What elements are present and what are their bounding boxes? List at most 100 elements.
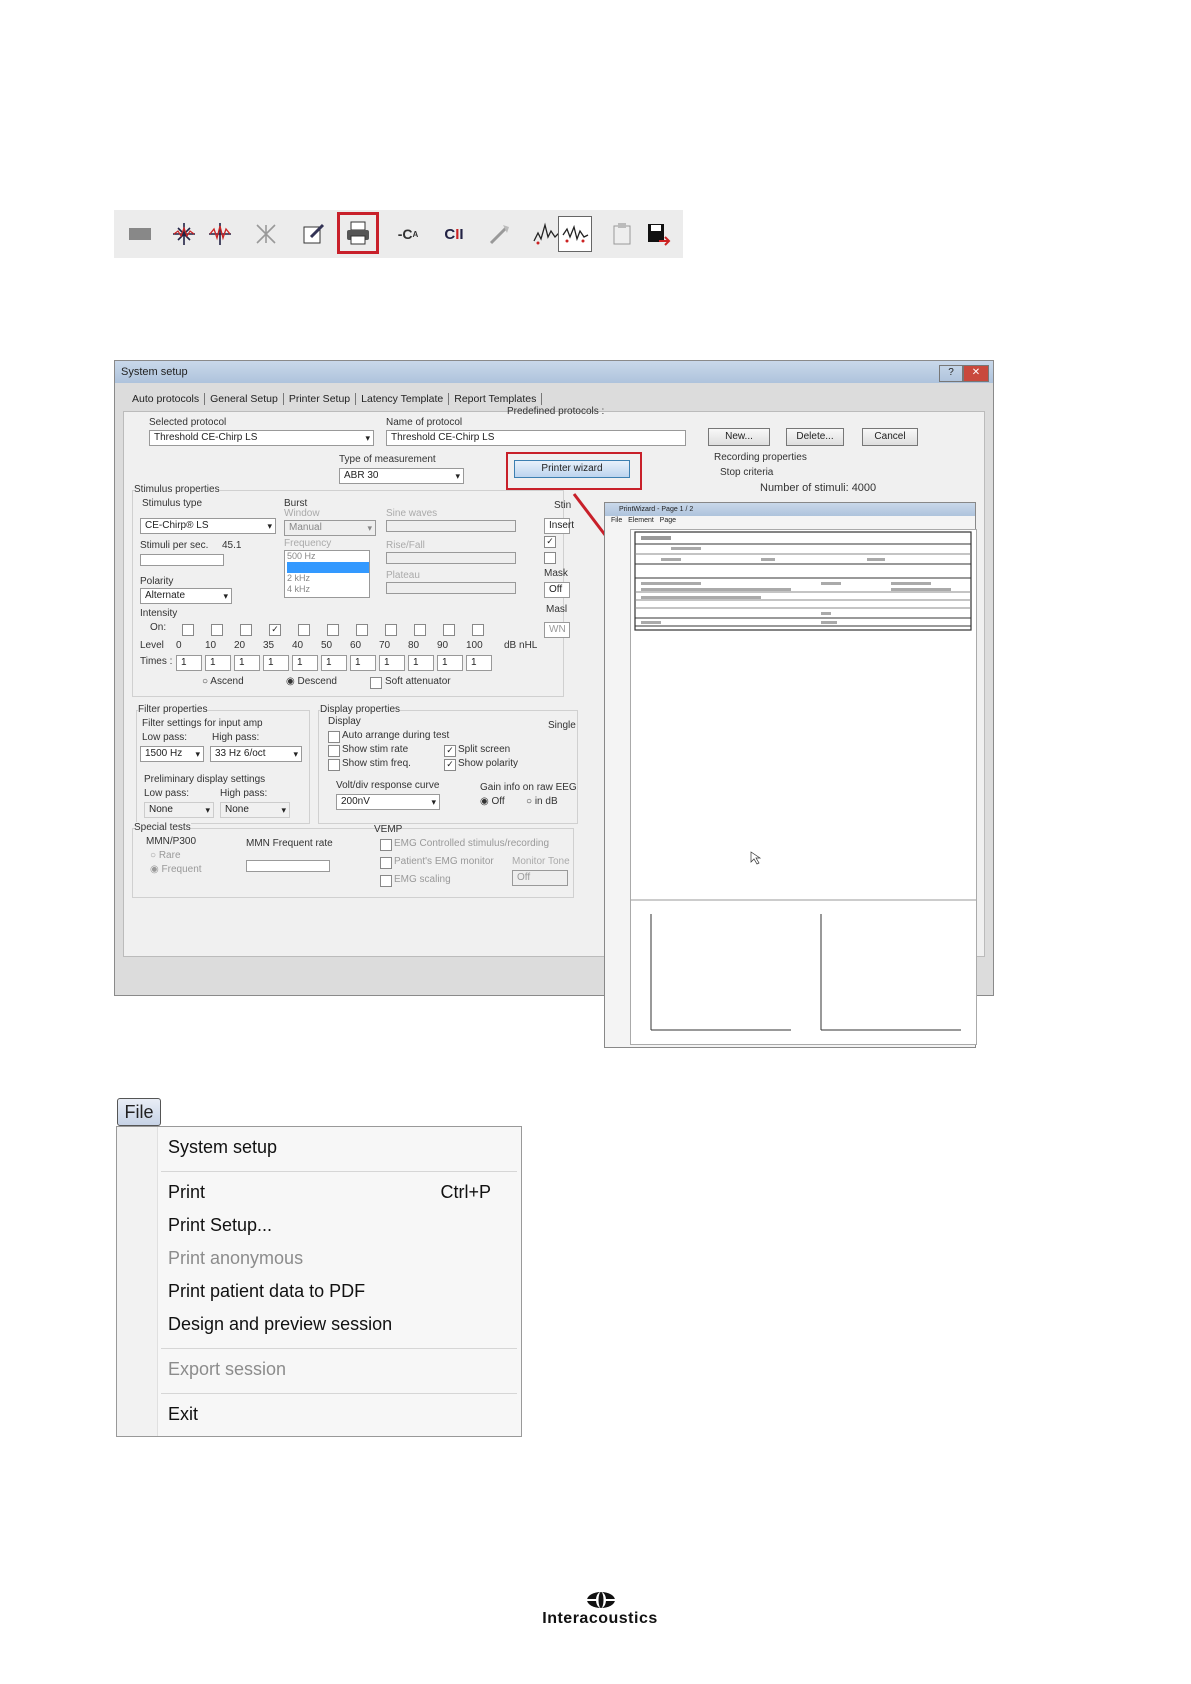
intensity-on-checkbox[interactable] xyxy=(211,624,223,636)
intensity-times-field[interactable]: 1 xyxy=(205,655,231,671)
intensity-level[interactable]: 90 xyxy=(437,640,448,651)
frequency-list[interactable]: 500 Hz 1 kHz 2 kHz 4 kHz xyxy=(284,550,370,598)
high-pass-select[interactable]: 33 Hz 6/oct xyxy=(210,746,302,762)
clipboard-icon[interactable] xyxy=(608,220,636,248)
gain-db-radio[interactable]: ○ in dB xyxy=(526,796,558,807)
menu-item-exit[interactable]: Exit xyxy=(168,1404,198,1425)
menu-item-print[interactable]: Print xyxy=(168,1182,205,1203)
stimuli-per-sec-slider[interactable] xyxy=(140,554,224,566)
cii-icon[interactable]: CII xyxy=(440,220,468,248)
tab-auto-protocols[interactable]: Auto protocols xyxy=(127,393,206,405)
tab-printer-setup[interactable]: Printer Setup xyxy=(284,393,357,405)
intensity-on-checkbox[interactable] xyxy=(414,624,426,636)
prelim-low-pass-select[interactable]: None xyxy=(144,802,214,818)
frequency-item[interactable]: 2 kHz xyxy=(287,573,369,584)
intensity-level[interactable]: 35 xyxy=(263,640,274,651)
emg-scaling-checkbox[interactable] xyxy=(380,875,392,887)
intensity-level[interactable]: 0 xyxy=(176,640,182,651)
mmn-rate-slider[interactable] xyxy=(246,860,330,872)
intensity-on-checkbox[interactable] xyxy=(327,624,339,636)
descend-radio[interactable]: ◉ Descend xyxy=(286,676,337,687)
pw-menu-element[interactable]: Element xyxy=(628,517,654,524)
menu-item-system-setup[interactable]: System setup xyxy=(168,1137,277,1158)
intensity-on-checkbox[interactable] xyxy=(356,624,368,636)
intensity-on-checkbox[interactable] xyxy=(182,624,194,636)
intensity-level[interactable]: 50 xyxy=(321,640,332,651)
intensity-times-field[interactable]: 1 xyxy=(408,655,434,671)
name-of-protocol-input[interactable]: Threshold CE-Chirp LS xyxy=(386,430,686,446)
edit-report-icon[interactable] xyxy=(300,220,328,248)
save-exit-icon[interactable] xyxy=(644,220,672,248)
rise-fall-slider[interactable] xyxy=(386,552,516,564)
crossed-icon[interactable] xyxy=(252,220,280,248)
emg-controlled-checkbox[interactable] xyxy=(380,839,392,851)
expand-icon[interactable] xyxy=(206,220,234,248)
intensity-level[interactable]: 10 xyxy=(205,640,216,651)
intensity-on-checkbox[interactable] xyxy=(472,624,484,636)
tab-report-templates[interactable]: Report Templates xyxy=(449,393,543,405)
printer-wizard-button[interactable]: Printer wizard xyxy=(514,460,630,478)
low-pass-select[interactable]: 1500 Hz xyxy=(140,746,204,762)
collapse-icon[interactable] xyxy=(170,220,198,248)
menu-item-print-setup[interactable]: Print Setup... xyxy=(168,1215,272,1236)
intensity-times-field[interactable]: 1 xyxy=(350,655,376,671)
tab-latency-template[interactable]: Latency Template xyxy=(356,393,450,405)
volt-div-select[interactable]: 200nV xyxy=(336,794,440,810)
cancel-button[interactable]: Cancel xyxy=(862,428,918,446)
intensity-level[interactable]: 20 xyxy=(234,640,245,651)
intensity-level[interactable]: 60 xyxy=(350,640,361,651)
ascend-radio[interactable]: ○ Ascend xyxy=(202,676,244,687)
mask-select[interactable]: Off xyxy=(544,582,570,598)
tab-general-setup[interactable]: General Setup xyxy=(205,393,284,405)
intensity-level[interactable]: 80 xyxy=(408,640,419,651)
stimulus-type-select[interactable]: CE-Chirp® LS xyxy=(140,518,276,534)
intensity-times-field[interactable]: 1 xyxy=(321,655,347,671)
intensity-times-field[interactable]: 1 xyxy=(437,655,463,671)
menu-item-print-anonymous[interactable]: Print anonymous xyxy=(168,1248,303,1269)
frequency-item[interactable]: 4 kHz xyxy=(287,584,369,595)
marker-icon[interactable] xyxy=(486,220,514,248)
pw-menu-page[interactable]: Page xyxy=(660,517,676,524)
intensity-times-field[interactable]: 1 xyxy=(292,655,318,671)
waveform-icon[interactable] xyxy=(532,220,560,248)
intensity-on-checkbox[interactable] xyxy=(240,624,252,636)
partial-checkbox-2[interactable] xyxy=(544,552,556,564)
monitor-tone-select[interactable]: Off xyxy=(512,870,568,886)
type-of-measurement-select[interactable]: ABR 30 xyxy=(339,468,464,484)
frequency-item[interactable]: 500 Hz xyxy=(287,551,369,562)
show-polarity-checkbox[interactable]: ✓ xyxy=(444,759,456,771)
intensity-on-checkbox[interactable]: ✓ xyxy=(269,624,281,636)
intensity-level[interactable]: 70 xyxy=(379,640,390,651)
wn-field[interactable]: WN xyxy=(544,622,570,638)
cab-icon[interactable]: -C A xyxy=(394,220,422,248)
split-screen-checkbox[interactable]: ✓ xyxy=(444,745,456,757)
pw-menu-file[interactable]: File xyxy=(611,517,622,524)
gain-off-radio[interactable]: ◉ Off xyxy=(480,796,505,807)
auto-arrange-checkbox[interactable] xyxy=(328,731,340,743)
partial-checkbox-1[interactable]: ✓ xyxy=(544,536,556,548)
intensity-times-field[interactable]: 1 xyxy=(234,655,260,671)
prelim-high-pass-select[interactable]: None xyxy=(220,802,290,818)
rare-radio[interactable]: ○ Rare xyxy=(150,850,181,861)
intensity-on-checkbox[interactable] xyxy=(385,624,397,636)
frequent-radio[interactable]: ◉ Frequent xyxy=(150,864,202,875)
window-select[interactable]: Manual xyxy=(284,520,376,536)
intensity-times-field[interactable]: 1 xyxy=(263,655,289,671)
file-menu-button[interactable]: File xyxy=(117,1098,161,1126)
show-stim-rate-checkbox[interactable] xyxy=(328,745,340,757)
soft-attenuator-checkbox[interactable] xyxy=(370,677,382,689)
new-button[interactable]: New... xyxy=(708,428,770,446)
intensity-level[interactable]: 40 xyxy=(292,640,303,651)
menu-item-design-preview[interactable]: Design and preview session xyxy=(168,1314,392,1335)
show-stim-freq-checkbox[interactable] xyxy=(328,759,340,771)
intensity-times-field[interactable]: 1 xyxy=(379,655,405,671)
print-icon[interactable] xyxy=(337,212,379,254)
intensity-on-checkbox[interactable] xyxy=(443,624,455,636)
intensity-level[interactable]: 100 xyxy=(466,640,483,651)
plateau-slider[interactable] xyxy=(386,582,516,594)
frequency-item-selected[interactable]: 1 kHz xyxy=(287,562,369,573)
menu-item-export-session[interactable]: Export session xyxy=(168,1359,286,1380)
intensity-on-checkbox[interactable] xyxy=(298,624,310,636)
help-button[interactable]: ? xyxy=(939,365,963,382)
close-icon[interactable]: ✕ xyxy=(963,365,989,382)
